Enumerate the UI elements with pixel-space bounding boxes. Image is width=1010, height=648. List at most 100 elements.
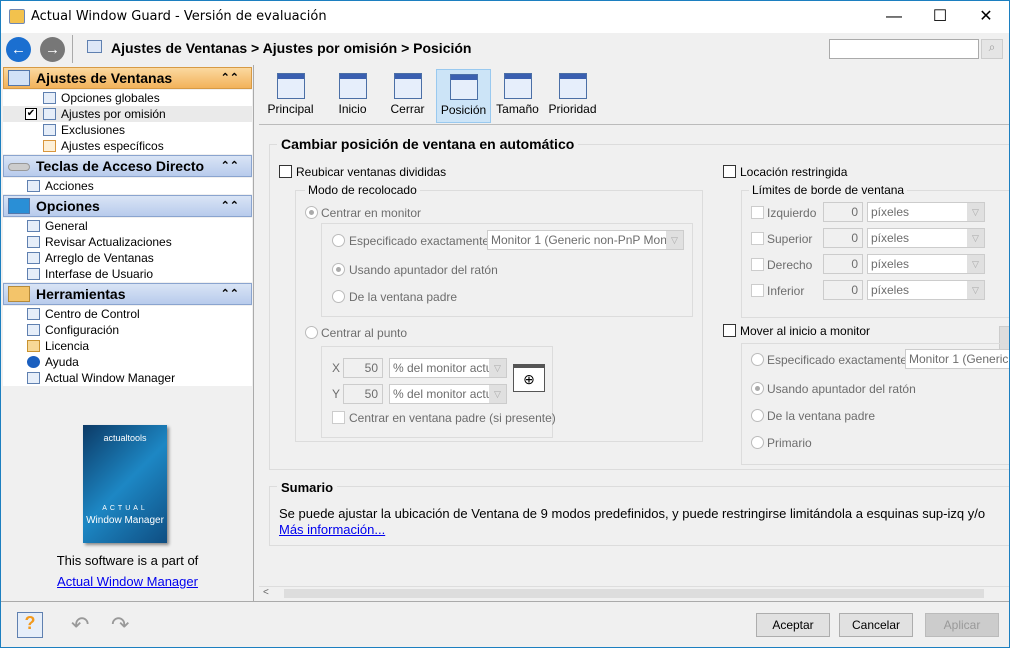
help-question-icon[interactable]: ?	[17, 612, 43, 638]
sidebar-item-arreglo-de-ventanas[interactable]: Arreglo de Ventanas	[3, 250, 252, 266]
group-teclas-de-acceso-directo[interactable]: Teclas de Acceso Directo ⌃⌃	[3, 155, 252, 177]
actual-window-manager-link[interactable]: Actual Window Manager	[3, 574, 252, 589]
limites-label: Límites de borde de ventana	[749, 183, 908, 197]
item-label: Opciones globales	[61, 91, 160, 105]
item-label: Arreglo de Ventanas	[45, 251, 154, 265]
tab-posicion[interactable]: Posición	[436, 69, 491, 123]
bound-unit-select[interactable]: píxeles ▽	[867, 254, 985, 274]
scroll-left-icon[interactable]: <	[263, 587, 269, 598]
mover-checkbox[interactable]	[723, 324, 736, 337]
mover-padre-radio[interactable]	[751, 409, 764, 422]
centrar-padre-checkbox[interactable]	[332, 411, 345, 424]
redo-icon[interactable]: ↷	[111, 612, 129, 638]
monitor-value: Monitor 1 (Generic non-PnP Monitor)	[491, 233, 684, 247]
section-title: Cambiar posición de ventana en automátic…	[277, 136, 579, 152]
locacion-checkbox[interactable]	[723, 165, 736, 178]
x-unit-select[interactable]: % del monitor actual ▽	[389, 358, 507, 378]
bound-checkbox[interactable]	[751, 206, 764, 219]
sidebar-item-acciones[interactable]: Acciones	[3, 178, 252, 194]
bound-label: Derecho	[767, 258, 813, 272]
collapse-icon[interactable]: ⌃⌃	[221, 196, 239, 216]
back-button[interactable]: ←	[6, 37, 31, 62]
maximize-button[interactable]: ☐	[917, 1, 963, 33]
chevron-down-icon: ▽	[967, 255, 984, 273]
mover-especificado-radio[interactable]	[751, 353, 764, 366]
usando-raton-radio[interactable]	[332, 263, 345, 276]
centrar-punto-radio[interactable]	[305, 326, 318, 339]
sidebar-item-ajustes-por-omision[interactable]: ✔ Ajustes por omisión	[3, 106, 252, 122]
group-opciones[interactable]: Opciones ⌃⌃	[3, 195, 252, 217]
accept-button[interactable]: Aceptar	[756, 613, 830, 637]
tab-inicio[interactable]: Inicio	[325, 69, 380, 123]
reubicar-checkbox[interactable]	[279, 165, 292, 178]
sidebar: Ajustes de Ventanas ⌃⌃ Opciones globales …	[3, 65, 254, 601]
y-unit-value: % del monitor actual	[393, 387, 502, 401]
tab-tamano[interactable]: Tamaño	[490, 69, 545, 123]
group-herramientas[interactable]: Herramientas ⌃⌃	[3, 283, 252, 305]
sidebar-item-configuracion[interactable]: Configuración	[3, 322, 252, 338]
item-label: Ajustes por omisión	[61, 107, 166, 121]
enabled-checkbox[interactable]: ✔	[25, 108, 37, 120]
mover-primario-radio[interactable]	[751, 436, 764, 449]
search-input[interactable]	[829, 39, 979, 59]
sidebar-item-ajustes-especificos[interactable]: Ajustes específicos	[3, 138, 252, 154]
bound-unit-select[interactable]: píxeles ▽	[867, 280, 985, 300]
collapse-icon[interactable]: ⌃⌃	[221, 156, 239, 176]
bound-value-input[interactable]: 0	[823, 254, 863, 274]
especificado-radio[interactable]	[332, 234, 345, 247]
window-manager-icon	[27, 372, 40, 384]
sidebar-item-opciones-globales[interactable]: Opciones globales	[3, 90, 252, 106]
item-label: General	[45, 219, 88, 233]
centrar-monitor-radio[interactable]	[305, 206, 318, 219]
tab-cerrar[interactable]: Cerrar	[380, 69, 435, 123]
close-button[interactable]: ✕	[963, 1, 1009, 33]
bound-unit-select[interactable]: píxeles ▽	[867, 202, 985, 222]
ventana-padre-label: De la ventana padre	[349, 290, 458, 304]
x-input[interactable]: 50	[343, 358, 383, 378]
bound-checkbox[interactable]	[751, 232, 764, 245]
bound-value-input[interactable]: 0	[823, 228, 863, 248]
especificado-label: Especificado exactamente	[349, 234, 490, 248]
bound-checkbox[interactable]	[751, 258, 764, 271]
key-icon	[27, 340, 40, 352]
monitor-select[interactable]: Monitor 1 (Generic non-PnP Monitor) ▽	[487, 230, 684, 250]
scroll-thumb[interactable]	[284, 589, 984, 598]
exclusion-icon	[43, 124, 56, 136]
bound-value-input[interactable]: 0	[823, 202, 863, 222]
mover-usando-radio[interactable]	[751, 382, 764, 395]
bound-unit-select[interactable]: píxeles ▽	[867, 228, 985, 248]
horizontal-scrollbar[interactable]: <	[259, 586, 1009, 600]
sidebar-item-revisar-actualizaciones[interactable]: Revisar Actualizaciones	[3, 234, 252, 250]
windows-arrangement-icon	[27, 252, 40, 264]
y-unit-select[interactable]: % del monitor actual ▽	[389, 384, 507, 404]
tab-principal[interactable]: Principal	[263, 69, 318, 123]
bound-value-input[interactable]: 0	[823, 280, 863, 300]
sidebar-item-general[interactable]: General	[3, 218, 252, 234]
sidebar-item-centro-de-control[interactable]: Centro de Control	[3, 306, 252, 322]
sidebar-item-interfase-de-usuario[interactable]: Interfase de Usuario	[3, 266, 252, 282]
ventana-padre-radio[interactable]	[332, 290, 345, 303]
item-label: Licencia	[45, 339, 90, 353]
sidebar-item-actual-window-manager[interactable]: Actual Window Manager	[3, 370, 252, 386]
forward-button[interactable]: →	[40, 37, 65, 62]
minimize-button[interactable]: —	[871, 1, 917, 33]
collapse-icon[interactable]: ⌃⌃	[221, 68, 239, 88]
sidebar-item-ayuda[interactable]: Ayuda	[3, 354, 252, 370]
tab-prioridad[interactable]: Prioridad	[545, 69, 600, 123]
chevron-down-icon: ▽	[489, 385, 506, 403]
mover-monitor-select[interactable]: Monitor 1 (Generic no	[905, 349, 1009, 369]
apply-button[interactable]: Aplicar	[925, 613, 999, 637]
sidebar-item-licencia[interactable]: Licencia	[3, 338, 252, 354]
sidebar-item-exclusiones[interactable]: Exclusiones	[3, 122, 252, 138]
y-input[interactable]: 50	[343, 384, 383, 404]
tools-icon	[8, 286, 30, 302]
undo-icon[interactable]: ↶	[71, 612, 89, 638]
more-info-link[interactable]: Más información...	[279, 522, 385, 537]
cancel-button[interactable]: Cancelar	[839, 613, 913, 637]
bound-checkbox[interactable]	[751, 284, 764, 297]
search-button[interactable]: ⌕	[981, 39, 1003, 59]
collapse-icon[interactable]: ⌃⌃	[221, 284, 239, 304]
group-ajustes-de-ventanas[interactable]: Ajustes de Ventanas ⌃⌃	[3, 67, 252, 89]
breadcrumb: Ajustes de Ventanas > Ajustes por omisió…	[111, 40, 472, 56]
crosshair-picker-button[interactable]: ⊕	[513, 364, 545, 392]
